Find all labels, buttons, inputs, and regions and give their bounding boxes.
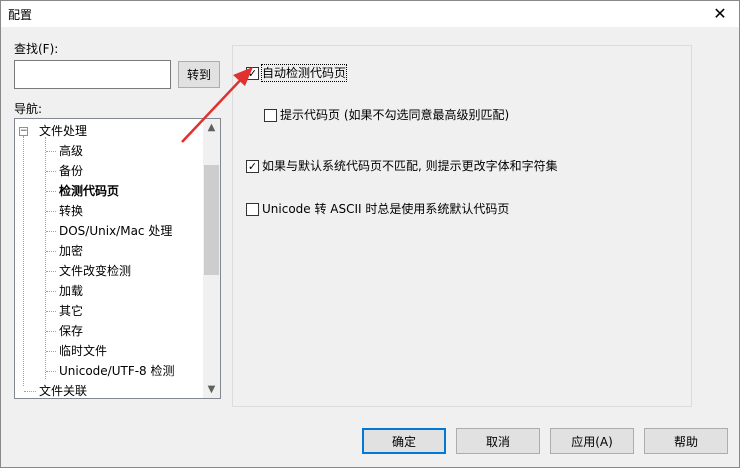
tree-line <box>46 311 56 312</box>
tree-item-advanced[interactable]: 高级 <box>59 141 83 161</box>
goto-button[interactable]: 转到 <box>178 61 220 88</box>
help-button[interactable]: 帮助 <box>644 428 728 454</box>
prompt-codepage-checkbox[interactable] <box>264 109 277 122</box>
search-input[interactable] <box>14 60 171 89</box>
tree-item-encrypt[interactable]: 加密 <box>59 241 83 261</box>
mismatch-prompt-checkbox[interactable]: ✓ <box>246 160 259 173</box>
tree-item-backup[interactable]: 备份 <box>59 161 83 181</box>
tree-line <box>46 171 56 172</box>
collapse-icon[interactable]: − <box>19 127 28 136</box>
window-title: 配置 <box>8 8 33 22</box>
tree-line <box>46 231 56 232</box>
ok-button[interactable]: 确定 <box>362 428 446 454</box>
search-label: 查找(F): <box>14 42 59 56</box>
apply-button[interactable]: 应用(A) <box>550 428 634 454</box>
close-icon[interactable]: ✕ <box>709 3 731 25</box>
tree-scrollbar[interactable]: ▲ ▼ <box>203 119 220 398</box>
unicode-ascii-checkbox[interactable] <box>246 203 259 216</box>
nav-label: 导航: <box>14 102 43 116</box>
tree-item-temp-files[interactable]: 临时文件 <box>59 341 107 361</box>
tree-line <box>46 331 56 332</box>
mismatch-prompt-label: 如果与默认系统代码页不匹配, 则提示更改字体和字符集 <box>262 159 558 173</box>
options-panel: ✓ 自动检测代码页 提示代码页 (如果不勾选同意最高级别匹配) ✓ 如果与默认系… <box>232 45 692 407</box>
tree-item-dos-unix-mac[interactable]: DOS/Unix/Mac 处理 <box>59 221 172 241</box>
tree-line <box>45 137 46 379</box>
tree-item-unicode-detect[interactable]: Unicode/UTF-8 检测 <box>59 361 175 381</box>
auto-detect-checkbox[interactable]: ✓ <box>246 67 259 80</box>
tree-root-file-handling[interactable]: 文件处理 <box>39 121 87 141</box>
tree-line <box>24 391 36 392</box>
cancel-button[interactable]: 取消 <box>456 428 540 454</box>
tree-item-other[interactable]: 其它 <box>59 301 83 321</box>
tree-line <box>46 351 56 352</box>
tree-line <box>23 136 24 386</box>
tree-line <box>46 191 56 192</box>
tree-line <box>46 371 56 372</box>
tree-line <box>46 251 56 252</box>
scroll-up-icon[interactable]: ▲ <box>203 119 220 136</box>
tree-item-load[interactable]: 加载 <box>59 281 83 301</box>
title-bar: 配置 ✕ <box>1 1 739 27</box>
nav-tree: − 文件处理 高级 备份 检测代码页 转换 DOS/Unix/Mac 处理 加密… <box>14 118 221 399</box>
tree-line <box>46 271 56 272</box>
tree-item-save[interactable]: 保存 <box>59 321 83 341</box>
scroll-down-icon[interactable]: ▼ <box>203 381 220 398</box>
tree-item-detect-codepage[interactable]: 检测代码页 <box>59 181 119 201</box>
config-dialog: 配置 ✕ 查找(F): 转到 导航: − 文件处理 高级 备份 检测代码页 转换… <box>0 0 740 468</box>
tree-item-convert[interactable]: 转换 <box>59 201 83 221</box>
unicode-ascii-label: Unicode 转 ASCII 时总是使用系统默认代码页 <box>262 202 510 216</box>
prompt-codepage-label: 提示代码页 (如果不勾选同意最高级别匹配) <box>280 108 510 122</box>
tree-line <box>46 151 56 152</box>
scroll-thumb[interactable] <box>204 165 219 275</box>
tree-root-file-association[interactable]: 文件关联 <box>39 381 87 398</box>
tree-item-file-change-detect[interactable]: 文件改变检测 <box>59 261 131 281</box>
auto-detect-label: 自动检测代码页 <box>260 64 348 82</box>
tree-line <box>46 211 56 212</box>
tree-line <box>46 291 56 292</box>
